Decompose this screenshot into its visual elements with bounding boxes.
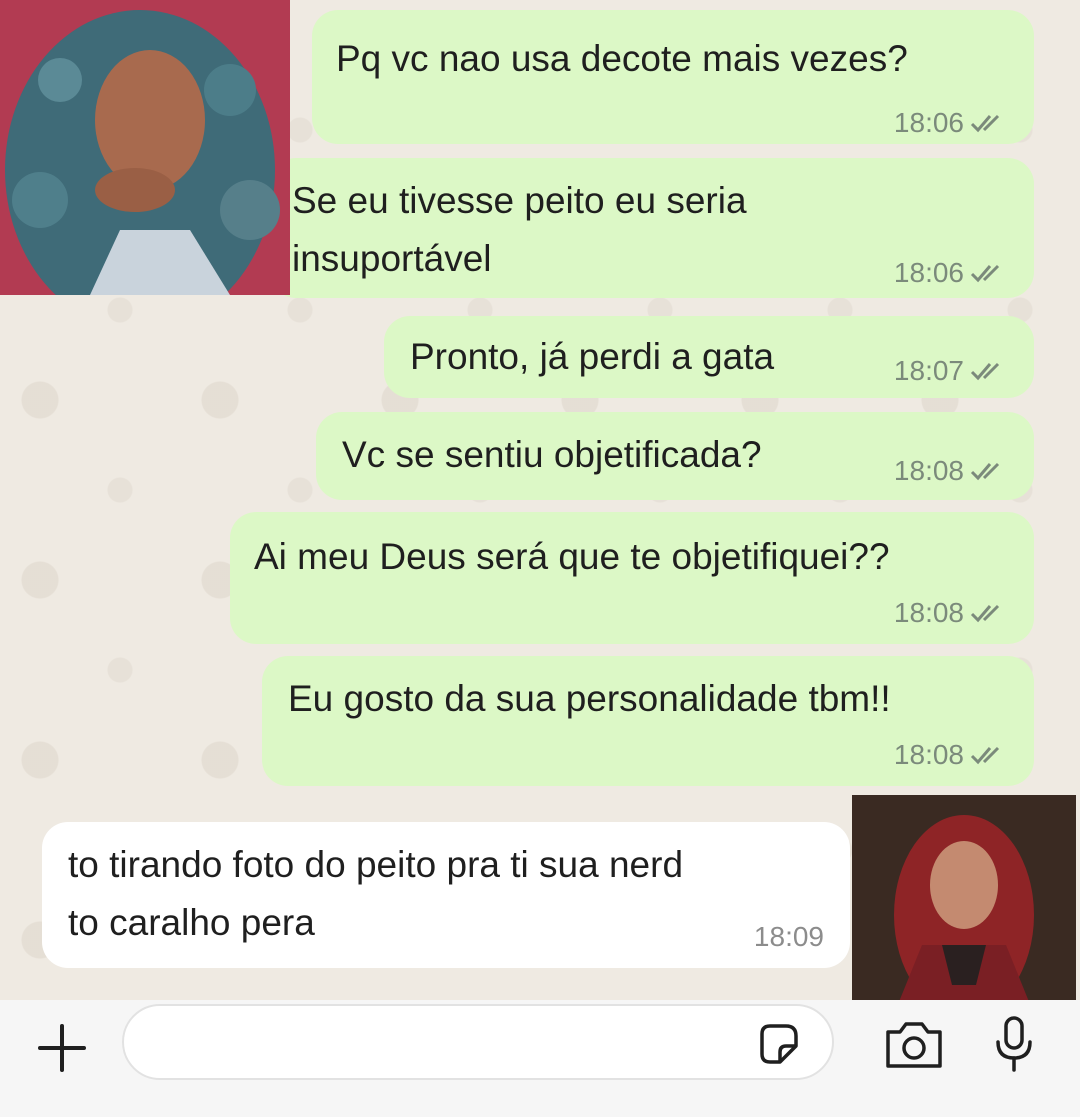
message-text: Pronto, já perdi a gata — [410, 336, 775, 377]
message-meta: 18:08 — [894, 738, 1006, 772]
read-ticks-icon — [970, 265, 1000, 283]
read-ticks-icon — [970, 463, 1000, 481]
message-meta: 18:09 — [754, 920, 824, 954]
message-time: 18:06 — [893, 257, 964, 288]
read-ticks-icon — [970, 605, 1000, 623]
read-ticks-icon — [970, 363, 1000, 381]
message-bubble-outgoing[interactable]: Eu gosto da sua personalidade tbm!! 18:0… — [262, 656, 1034, 786]
read-ticks-icon — [970, 115, 1000, 133]
message-bubble-outgoing[interactable]: Pronto, já perdi a gata 18:07 — [384, 316, 1034, 398]
message-text: to tirando foto do peito pra ti sua nerd — [68, 844, 684, 885]
message-text: Se eu tivesse peito eu seria — [292, 180, 747, 221]
message-time: 18:06 — [893, 107, 964, 138]
camera-icon[interactable] — [884, 1018, 944, 1070]
message-meta: 18:06 — [894, 256, 1006, 290]
mic-icon[interactable] — [990, 1014, 1038, 1074]
message-text: Ai meu Deus será que te objetifiquei?? — [254, 536, 890, 577]
read-ticks-icon — [970, 747, 1000, 765]
message-text: Pq vc nao usa decote mais vezes? — [336, 38, 908, 79]
message-time: 18:09 — [753, 921, 824, 952]
message-bubble-outgoing[interactable]: Se eu tivesse peito eu seria insuportáve… — [270, 158, 1034, 298]
message-meta: 18:08 — [894, 454, 1006, 488]
message-bubble-incoming[interactable]: to tirando foto do peito pra ti sua nerd… — [42, 822, 850, 968]
message-text: insuportável — [292, 238, 492, 279]
message-time: 18:08 — [893, 455, 964, 486]
message-text: to caralho pera — [68, 902, 315, 943]
overlay-photo-top — [0, 0, 290, 295]
sticker-icon[interactable] — [754, 1020, 802, 1068]
message-time: 18:07 — [893, 355, 964, 386]
message-time: 18:08 — [893, 739, 964, 770]
message-text: Eu gosto da sua personalidade tbm!! — [288, 678, 891, 719]
message-bubble-outgoing[interactable]: Ai meu Deus será que te objetifiquei?? 1… — [230, 512, 1034, 644]
message-bubble-outgoing[interactable]: Pq vc nao usa decote mais vezes? 18:06 — [312, 10, 1034, 144]
portrait-illustration — [852, 795, 1076, 1019]
message-bubble-outgoing[interactable]: Vc se sentiu objetificada? 18:08 — [316, 412, 1034, 500]
message-meta: 18:07 — [894, 354, 1006, 388]
portrait-illustration — [0, 0, 290, 295]
overlay-photo-bottom — [852, 795, 1076, 1019]
message-meta: 18:06 — [894, 106, 1006, 140]
message-time: 18:08 — [893, 597, 964, 628]
message-text: Vc se sentiu objetificada? — [342, 434, 762, 475]
message-meta: 18:08 — [894, 596, 1006, 630]
plus-icon[interactable] — [34, 1020, 90, 1076]
message-input[interactable] — [122, 1004, 834, 1080]
